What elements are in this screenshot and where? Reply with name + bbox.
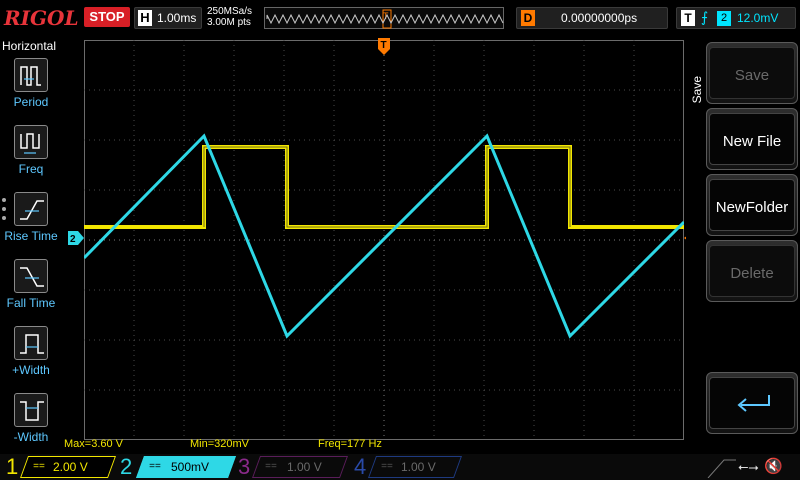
- rise-time-icon: [14, 192, 48, 226]
- timebase-label: H: [138, 10, 152, 26]
- trigger-position-marker[interactable]: T: [378, 38, 390, 61]
- measure-min: Min=320mV: [190, 438, 250, 450]
- status-area-divider: [707, 459, 736, 478]
- trigger-level: 12.0mV: [737, 11, 779, 25]
- measure-max: Max=3.60 V: [64, 438, 124, 450]
- ch2-coupling: ==: [149, 461, 161, 472]
- ch2-scale: 500mV: [171, 460, 210, 474]
- delete-button-label: Delete: [730, 265, 774, 282]
- acquisition-info: 250MSa/s 3.00M pts: [207, 6, 252, 28]
- ch1-scale-box[interactable]: == 2.00 V: [19, 456, 117, 478]
- trigger-marker-text: T: [381, 40, 387, 51]
- delay-value: 0.00000000ps: [561, 11, 638, 25]
- speaker-mute-icon[interactable]: 🔇: [764, 457, 783, 475]
- trigger-source: 2: [717, 11, 731, 26]
- ch1-number: 1: [6, 454, 19, 479]
- trigger-label: T: [681, 10, 695, 26]
- new-folder-button-label: NewFolder: [715, 199, 789, 216]
- measure-freq-label: Freq: [18, 162, 44, 176]
- run-stop-status[interactable]: STOP: [84, 7, 130, 27]
- memory-depth: 3.00M pts: [207, 17, 251, 28]
- save-menu-title: Save: [690, 76, 704, 104]
- measure-rise-time[interactable]: Rise Time: [0, 192, 62, 256]
- frequency-icon: [14, 125, 48, 159]
- timebase-value: 1.00ms: [157, 11, 197, 25]
- delete-button[interactable]: Delete: [706, 240, 798, 302]
- ch4-scale-box[interactable]: == 1.00 V: [367, 456, 463, 478]
- ch2-scale-box[interactable]: == 500mV: [135, 456, 237, 478]
- negative-width-icon: [14, 393, 48, 427]
- rigol-logo: RIGOL: [4, 6, 79, 30]
- channel-bar: 1 == 2.00 V 2 == 500mV 3 == 1.00 V 4 == …: [0, 454, 800, 480]
- sample-rate: 250MSa/s: [207, 6, 253, 17]
- period-icon: [14, 58, 48, 92]
- ch1-scale: 2.00 V: [53, 460, 88, 474]
- measure-freq-value: Freq=177 Hz: [318, 438, 382, 450]
- measure-menu-title: Horizontal: [2, 39, 57, 53]
- ch1-coupling: ==: [33, 461, 45, 472]
- usb-icon: ⭠⭢: [738, 459, 759, 474]
- return-button[interactable]: [706, 372, 798, 434]
- measure-negative-width[interactable]: -Width: [0, 393, 62, 457]
- new-file-button-label: New File: [722, 133, 782, 150]
- measure-fall-time-label: Fall Time: [6, 296, 56, 310]
- return-arrow-icon: [737, 395, 770, 412]
- memory-overview: T: [264, 7, 504, 29]
- memory-overview-waveform: T: [266, 9, 504, 29]
- ch3-coupling: ==: [265, 461, 277, 472]
- rising-edge-icon: ⨍: [701, 9, 709, 25]
- measure-menu: Horizontal Period Freq Rise Time Fall Ti…: [0, 36, 62, 454]
- timebase-box[interactable]: H 1.00ms: [134, 7, 202, 29]
- top-status-bar: RIGOL STOP H 1.00ms 250MSa/s 3.00M pts T…: [0, 0, 800, 36]
- ch3-number: 3: [238, 454, 251, 479]
- positive-width-icon: [14, 326, 48, 360]
- measure-positive-width-label: +Width: [12, 363, 50, 377]
- ch4-scale: 1.00 V: [401, 460, 436, 474]
- measure-period[interactable]: Period: [0, 58, 62, 122]
- measure-fall-time[interactable]: Fall Time: [0, 259, 62, 323]
- fall-time-icon: [14, 259, 48, 293]
- ch2-number: 2: [120, 454, 133, 479]
- new-folder-button[interactable]: NewFolder: [706, 174, 798, 236]
- new-file-button[interactable]: New File: [706, 108, 798, 170]
- trigger-delay-box[interactable]: D 0.00000000ps: [516, 7, 668, 29]
- measure-positive-width[interactable]: +Width: [0, 326, 62, 390]
- save-menu: Save Save New File NewFolder Delete: [686, 36, 800, 454]
- ch3-scale-box[interactable]: == 1.00 V: [251, 456, 349, 478]
- measure-rise-time-label: Rise Time: [4, 229, 58, 243]
- waveform-display: [84, 40, 684, 440]
- delay-label: D: [521, 10, 535, 26]
- save-button-label: Save: [734, 67, 770, 84]
- ch1-edge-lines: [203, 146, 571, 228]
- measure-freq[interactable]: Freq: [0, 125, 62, 189]
- ch3-scale: 1.00 V: [287, 460, 322, 474]
- measure-period-label: Period: [13, 95, 49, 109]
- measure-negative-width-label: -Width: [13, 430, 49, 444]
- ch2-ground-marker[interactable]: 2: [68, 231, 84, 245]
- save-button[interactable]: Save: [706, 42, 798, 104]
- ch4-number: 4: [354, 454, 367, 479]
- ch2-ground-marker-text: 2: [70, 234, 76, 245]
- trigger-box[interactable]: T ⨍ 2 12.0mV: [676, 7, 796, 29]
- ch4-coupling: ==: [381, 461, 393, 472]
